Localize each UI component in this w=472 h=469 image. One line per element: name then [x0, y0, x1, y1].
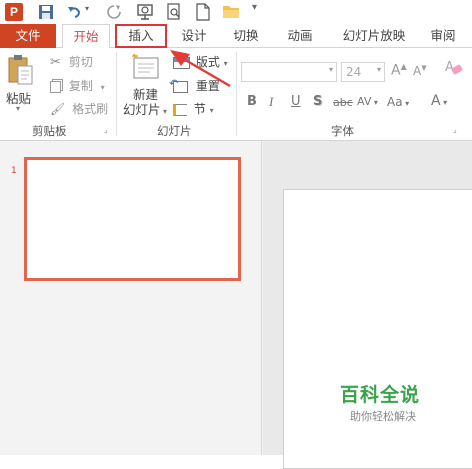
new-slide-label-text: 幻灯片 [123, 102, 161, 117]
font-dialog-launcher-icon[interactable]: ⌟ [453, 125, 457, 134]
copy-icon [50, 80, 61, 93]
change-case-button[interactable]: Aa ▾ [387, 95, 409, 109]
tab-slideshow[interactable]: 幻灯片放映 [336, 24, 412, 48]
copy-label: 复制 [68, 79, 93, 93]
new-slide-label-line2: 幻灯片 ▾ [123, 99, 167, 118]
font-name-field[interactable]: ▾ [241, 62, 337, 82]
cut-label: 剪切 [68, 55, 93, 69]
print-preview-icon[interactable] [166, 3, 182, 21]
clipboard-paste-icon [8, 55, 33, 85]
underline-button[interactable]: U [291, 94, 301, 109]
font-group-label: 字体 [331, 124, 354, 138]
font-name-dropdown-icon[interactable]: ▾ [329, 65, 333, 74]
clear-formatting-icon[interactable]: A [445, 60, 464, 76]
slides-group-label: 幻灯片 [157, 124, 192, 138]
section-label: 节 [193, 102, 206, 116]
new-slide-dropdown-icon: ▾ [160, 107, 168, 116]
new-file-icon[interactable] [196, 3, 210, 21]
strikethrough-button[interactable]: abc [333, 96, 353, 109]
font-size-value: 24 [346, 65, 362, 79]
powerpoint-logo-icon: P [5, 3, 23, 21]
section-button[interactable]: 节 ▾ [173, 99, 214, 119]
bold-button[interactable]: B [247, 94, 257, 109]
undo-icon[interactable] [66, 4, 82, 20]
save-icon[interactable] [38, 4, 54, 20]
slide-number: 1 [11, 166, 17, 176]
copy-dropdown-icon: ▾ [100, 83, 105, 92]
font-size-field[interactable]: 24 ▾ [341, 62, 385, 82]
character-spacing-label: AV [357, 95, 372, 108]
clipboard-dialog-launcher-icon[interactable]: ⌟ [104, 125, 108, 134]
tab-review[interactable]: 审阅 [428, 24, 458, 48]
paintbrush-icon: 🖌 [50, 102, 66, 116]
tab-file[interactable]: 文件 [0, 24, 56, 48]
shrink-font-icon: A [413, 64, 422, 78]
font-color-label: A [431, 93, 441, 109]
format-painter-label: 格式刷 [72, 102, 109, 116]
section-dropdown-icon: ▾ [209, 106, 214, 115]
paste-button[interactable]: 粘贴 ▾ [6, 54, 36, 114]
shrink-font-button[interactable]: A▼ [413, 64, 427, 78]
section-icon [173, 103, 187, 116]
font-group: ▾ 24 ▾ A▲ A▼ A B I U S abc AV ▾ Aa ▾ A ▾… [237, 48, 472, 141]
cut-button[interactable]: ✂ 剪切 [50, 52, 93, 72]
slide-thumbnail[interactable] [24, 157, 241, 281]
copy-button[interactable]: 复制 ▾ [50, 76, 105, 96]
grow-font-button[interactable]: A▲ [391, 62, 407, 79]
present-from-start-icon[interactable] [136, 3, 154, 21]
change-case-label: Aa [387, 95, 403, 109]
watermark: 百科全说 助你轻松解决 [340, 384, 440, 428]
character-spacing-dropdown-icon: ▾ [371, 98, 378, 107]
quick-access-toolbar: P ▾ ▾ [0, 0, 472, 24]
redo-icon[interactable] [106, 4, 122, 20]
tab-home[interactable]: 开始 [62, 24, 110, 49]
font-color-dropdown-icon: ▾ [440, 98, 448, 107]
annotation-arrow [170, 50, 231, 88]
italic-button[interactable]: I [269, 94, 273, 110]
tab-animations[interactable]: 动画 [284, 24, 316, 48]
paste-dropdown-icon: ▾ [16, 104, 21, 113]
watermark-title: 百科全说 [340, 384, 421, 406]
shadow-button[interactable]: S [313, 94, 322, 109]
clipboard-group-label: 剪贴板 [32, 124, 67, 138]
clipboard-group: 粘贴 ▾ ✂ 剪切 复制 ▾ 🖌 格式刷 剪贴板 ⌟ [0, 48, 116, 141]
change-case-dropdown-icon: ▾ [402, 99, 410, 108]
font-color-button[interactable]: A ▾ [431, 93, 447, 109]
format-painter-button[interactable]: 🖌 格式刷 [50, 99, 108, 119]
font-size-dropdown-icon[interactable]: ▾ [377, 65, 381, 74]
character-spacing-button[interactable]: AV ▾ [357, 95, 378, 108]
open-folder-icon[interactable] [222, 4, 240, 19]
customize-qat-icon[interactable]: ▾ [252, 2, 257, 13]
grow-font-icon: A [391, 62, 401, 79]
new-slide-icon [132, 53, 159, 79]
scissors-icon: ✂ [50, 55, 61, 70]
slide-thumbnail-pane[interactable]: 1 [0, 141, 262, 455]
watermark-subtitle: 助你轻松解决 [350, 410, 416, 423]
undo-dropdown-icon[interactable]: ▾ [85, 4, 89, 13]
